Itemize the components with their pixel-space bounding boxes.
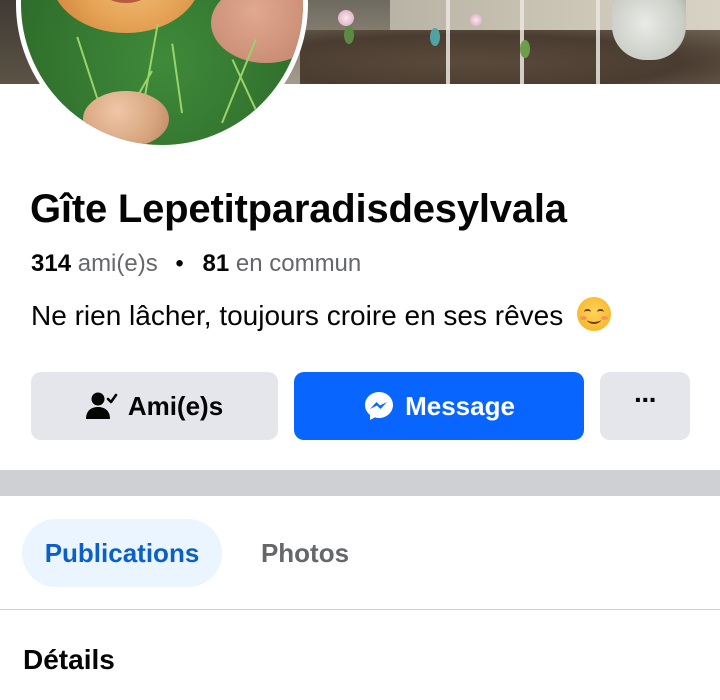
profile-avatar[interactable] (16, 0, 308, 150)
avatar-grass (231, 59, 263, 124)
cover-flower (338, 10, 354, 26)
section-separator (0, 470, 720, 496)
friends-button-label: Ami(e)s (127, 390, 224, 421)
cover-leaf (520, 40, 530, 58)
cover-flower (470, 14, 482, 26)
profile-name: Gîte Lepetitparadisdesylvala (30, 187, 567, 231)
profile-bio: Ne rien lâcher, toujours croire en ses r… (31, 297, 612, 333)
message-button[interactable]: Message (294, 372, 584, 440)
more-dots-icon: ··· (634, 384, 658, 415)
tab-photos[interactable]: Photos (245, 519, 365, 587)
more-options-button[interactable]: ··· (600, 372, 690, 440)
friends-count-label[interactable]: ami(e)s (78, 250, 158, 277)
friends-check-icon (85, 391, 118, 421)
cover-planter (612, 0, 686, 60)
tab-publications[interactable]: Publications (22, 519, 222, 587)
message-button-label: Message (405, 390, 515, 421)
cover-stake (596, 0, 600, 84)
smiling-face-emoji-icon (577, 297, 612, 331)
avatar-stone (83, 91, 169, 145)
avatar-stone (211, 0, 303, 63)
cover-leaf (430, 28, 440, 46)
avatar-grass (171, 43, 183, 114)
cover-stake (446, 0, 450, 84)
details-heading: Détails (23, 644, 115, 675)
friends-count[interactable]: 314 (31, 250, 71, 277)
profile-stats: 314 ami(e)s • 81 en commun (31, 250, 361, 278)
stats-separator: • (175, 250, 184, 277)
cover-leaf (344, 26, 354, 44)
mutual-count-label[interactable]: en commun (236, 250, 361, 277)
mutual-count[interactable]: 81 (202, 250, 229, 277)
tabs-divider (0, 609, 720, 610)
messenger-icon (363, 390, 395, 422)
bio-text: Ne rien lâcher, toujours croire en ses r… (31, 300, 564, 331)
friends-button[interactable]: Ami(e)s (31, 372, 278, 440)
avatar-pumpkin (51, 0, 201, 33)
